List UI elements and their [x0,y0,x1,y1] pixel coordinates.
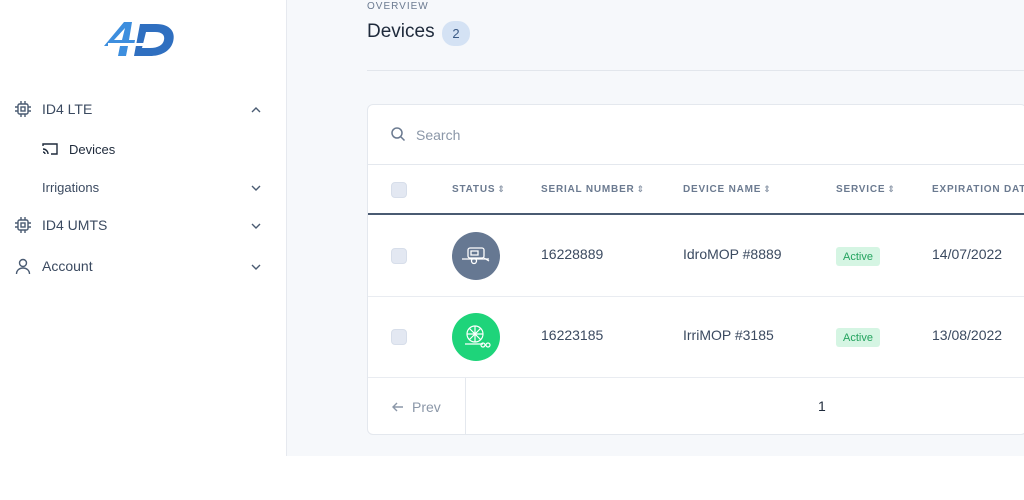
trailer-icon [452,232,500,280]
prev-label: Prev [412,399,441,415]
sidebar-item-irrigations[interactable]: Irrigations [0,172,287,202]
column-header-device-name[interactable]: DEVICE NAME ⇕ [683,184,772,195]
devices-table-card: STATUS⇕ SERIAL NUMBER⇕ DEVICE NAME⇕ SERV… [367,104,1024,435]
sidebar-item-label: Devices [69,141,116,157]
status-badge: Active [836,328,880,347]
status-badge: Active [836,247,880,266]
pagination: Prev 1 [368,378,1024,434]
sort-icon: ⇕ [497,184,506,194]
device-name[interactable]: IrriMOP #3185 [683,327,774,343]
expiration-date: 13/08/2022 [932,327,1003,343]
sidebar-item-label: ID4 UMTS [42,217,108,233]
device-count-badge: 2 [442,21,470,46]
chevron-up-icon [250,103,262,115]
page-footer-area [0,456,1024,500]
column-header-serial-number[interactable]: SERIAL NUMBER ⇕ [541,184,645,195]
chip-icon [13,99,33,119]
sort-icon: ⇕ [636,184,645,194]
brand-logo[interactable] [100,18,180,60]
sidebar: ID4 LTE Devices Irrigations ID4 UMTS Acc… [0,0,287,456]
serial-number: 16228889 [541,246,604,262]
page-overline: OVERVIEW [367,1,429,12]
table-header: STATUS ⇕ SERIAL NUMBER ⇕ DEVICE NAME ⇕ SERV… [368,165,1024,215]
page-number-current[interactable]: 1 [806,378,838,434]
sidebar-item-label: ID4 LTE [42,101,93,117]
column-header-status[interactable]: STATUS ⇕ [452,184,506,195]
row-checkbox[interactable] [391,329,407,345]
chip-icon [13,215,33,235]
column-header-expiration-date[interactable]: EXPIRATION DAT [932,184,1024,195]
sort-icon: ⇕ [887,184,896,194]
table-row[interactable]: 16228889 IdroMOP #8889 Active 14/07/2022 [368,216,1024,297]
main-content: OVERVIEW Devices 2 STATUS⇕ SERIAL NUMBER… [287,0,1024,456]
sidebar-item-id4-umts[interactable]: ID4 UMTS [0,207,287,243]
table-row[interactable]: 16223185 IrriMOP #3185 Active 13/08/2022 [368,297,1024,378]
search-input[interactable] [416,123,816,147]
sort-icon: ⇕ [763,184,772,194]
chevron-down-icon [250,181,262,193]
column-header-service[interactable]: SERVICE ⇕ [836,184,896,195]
row-checkbox[interactable] [391,248,407,264]
search-icon [390,126,406,142]
sidebar-item-account[interactable]: Account [0,248,287,284]
search-bar [368,105,1024,165]
chevron-down-icon [250,219,262,231]
arrow-left-icon [392,400,404,412]
sidebar-item-id4-lte[interactable]: ID4 LTE [0,91,287,127]
serial-number: 16223185 [541,327,604,343]
irrigation-reel-icon [452,313,500,361]
sidebar-item-label: Irrigations [42,179,100,195]
sidebar-item-label: Account [42,258,93,274]
header-divider [367,70,1024,71]
prev-page-button[interactable]: Prev [368,378,466,434]
device-name[interactable]: IdroMOP #8889 [683,246,782,262]
sidebar-item-devices[interactable]: Devices [0,134,287,164]
page-title: Devices [367,21,435,42]
cast-icon [42,142,58,156]
user-icon [13,256,33,276]
chevron-down-icon [250,260,262,272]
select-all-checkbox[interactable] [391,182,407,198]
expiration-date: 14/07/2022 [932,246,1003,262]
